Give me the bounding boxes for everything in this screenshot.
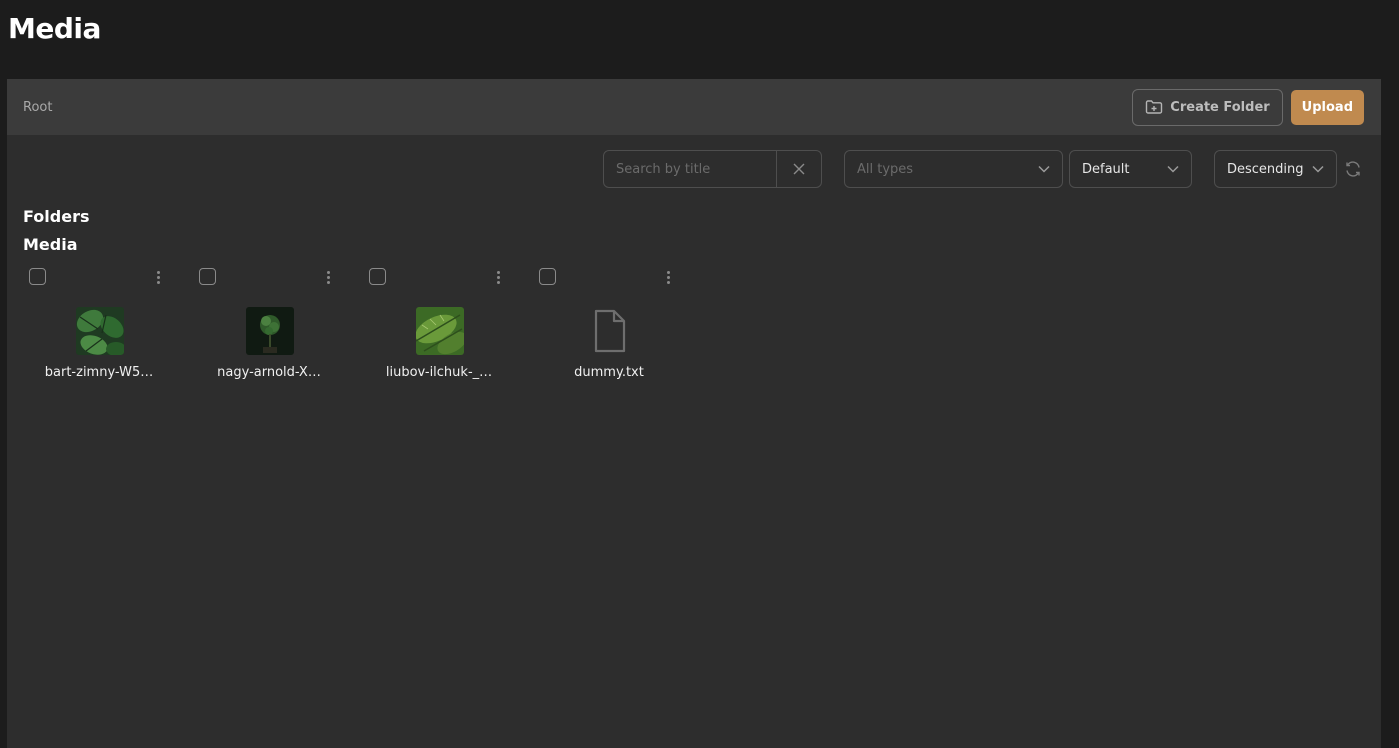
type-filter-value: All types xyxy=(857,161,914,177)
create-folder-label: Create Folder xyxy=(1170,99,1270,115)
more-options-icon[interactable] xyxy=(153,267,163,287)
order-select[interactable]: Descending xyxy=(1214,150,1337,188)
media-grid: bart-zimny-W5… nagy-arnold-X… liubov-ilc… xyxy=(22,266,702,386)
media-panel: Root Create Folder Upload All types xyxy=(7,79,1381,748)
media-item-name: liubov-ilchuk-_… xyxy=(385,365,493,380)
search-box xyxy=(603,150,822,188)
folder-plus-icon xyxy=(1146,100,1163,114)
media-item-checkbox[interactable] xyxy=(29,268,46,285)
media-item-checkbox[interactable] xyxy=(199,268,216,285)
filter-toolbar: All types Default Descending xyxy=(7,150,1381,188)
media-item-name: bart-zimny-W5… xyxy=(44,365,154,380)
sort-value: Default xyxy=(1082,161,1130,177)
image-thumbnail[interactable] xyxy=(416,307,464,355)
image-thumbnail[interactable] xyxy=(76,307,124,355)
media-item[interactable]: bart-zimny-W5… xyxy=(22,266,192,386)
media-item-checkbox[interactable] xyxy=(539,268,556,285)
sort-select[interactable]: Default xyxy=(1069,150,1192,188)
breadcrumb[interactable]: Root xyxy=(23,100,52,115)
order-value: Descending xyxy=(1227,161,1304,177)
close-icon xyxy=(793,163,805,175)
media-item[interactable]: nagy-arnold-X… xyxy=(192,266,362,386)
folders-heading: Folders xyxy=(23,207,90,226)
search-input[interactable] xyxy=(604,151,776,187)
media-item-checkbox[interactable] xyxy=(369,268,386,285)
chevron-down-icon xyxy=(1312,165,1324,173)
refresh-button[interactable] xyxy=(1343,159,1363,179)
refresh-icon xyxy=(1346,161,1360,177)
more-options-icon[interactable] xyxy=(323,267,333,287)
panel-header: Root Create Folder Upload xyxy=(7,79,1381,135)
file-icon[interactable] xyxy=(586,307,634,355)
chevron-down-icon xyxy=(1038,165,1050,173)
header-actions: Create Folder Upload xyxy=(1132,88,1364,126)
page-title: Media xyxy=(8,12,101,45)
media-item-name: dummy.txt xyxy=(574,365,644,380)
media-item[interactable]: liubov-ilchuk-_… xyxy=(362,266,532,386)
more-options-icon[interactable] xyxy=(493,267,503,287)
type-filter-select[interactable]: All types xyxy=(844,150,1063,188)
media-item[interactable]: dummy.txt xyxy=(532,266,702,386)
more-options-icon[interactable] xyxy=(663,267,673,287)
create-folder-button[interactable]: Create Folder xyxy=(1132,88,1283,126)
image-thumbnail[interactable] xyxy=(246,307,294,355)
chevron-down-icon xyxy=(1167,165,1179,173)
upload-button[interactable]: Upload xyxy=(1290,89,1364,125)
media-item-name: nagy-arnold-X… xyxy=(217,365,321,380)
clear-search-button[interactable] xyxy=(776,151,821,187)
media-heading: Media xyxy=(23,235,78,254)
